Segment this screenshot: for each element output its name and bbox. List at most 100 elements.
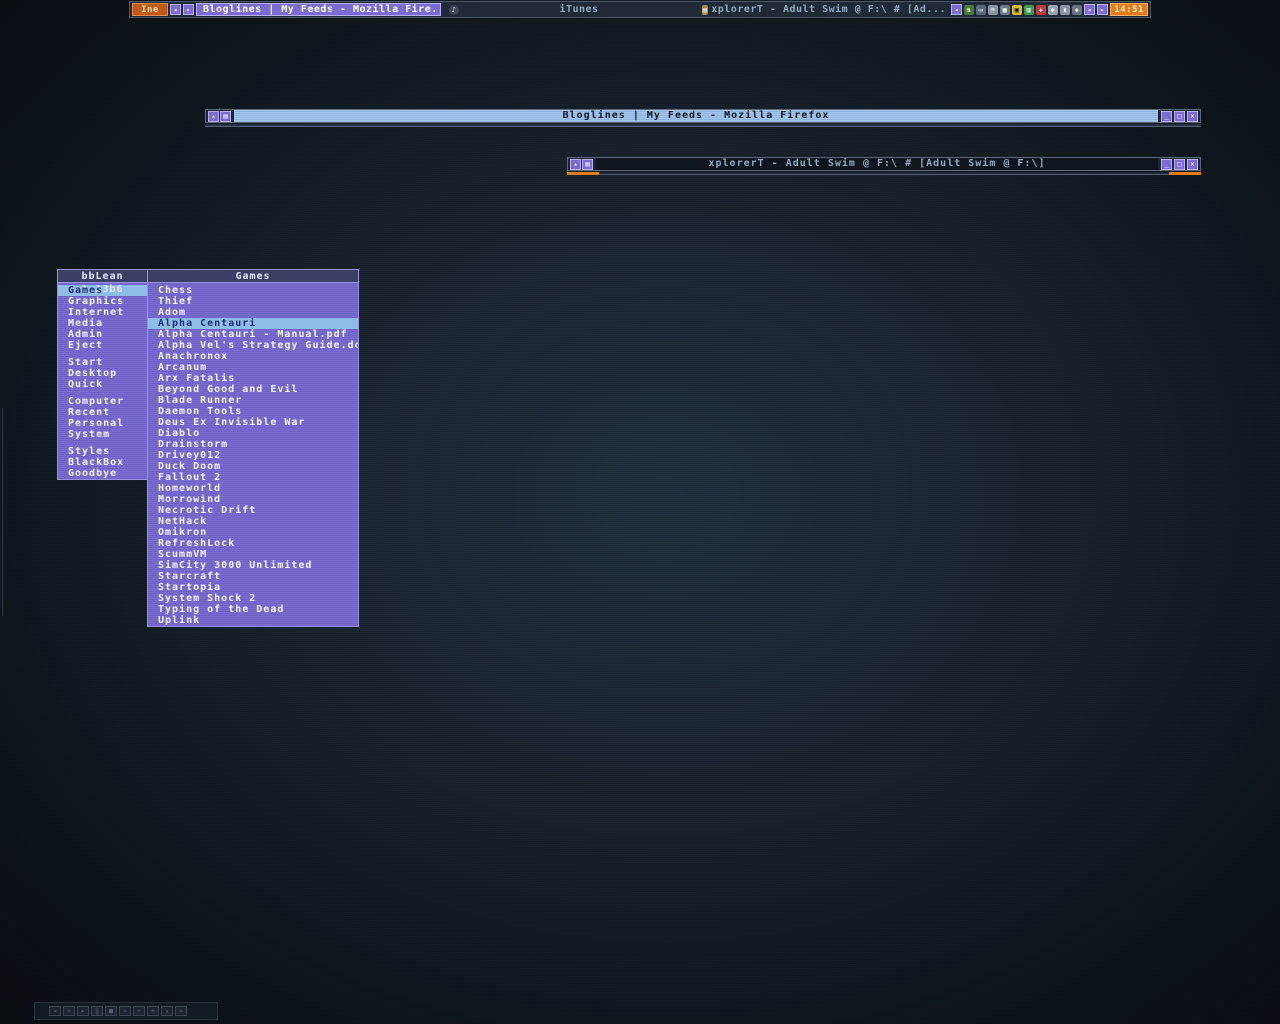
calendar-icon[interactable]: ▣ <box>1012 4 1022 15</box>
root-menu-item-styles[interactable]: Styles <box>58 446 147 457</box>
chevron-up-icon[interactable]: ▴ <box>208 110 219 122</box>
games-menu-item[interactable]: Homeworld <box>148 483 358 494</box>
task-firefox-label: Bloglines | My Feeds - Mozilla Fire... <box>203 4 441 15</box>
games-menu-item[interactable]: Fallout 2 <box>148 472 358 483</box>
games-menu-item[interactable]: System Shock 2 <box>148 593 358 604</box>
chart-icon[interactable]: ▥ <box>1024 4 1034 15</box>
games-menu-item[interactable]: Arx Fatalis <box>148 373 358 384</box>
tray-prev-button[interactable]: ◂ <box>1084 4 1095 15</box>
gear-icon[interactable]: ✱ <box>1048 4 1058 15</box>
root-menu-item-recent[interactable]: Recent <box>58 407 147 418</box>
root-menu-item-eject[interactable]: Eject <box>58 340 147 351</box>
task-firefox[interactable]: Bloglines | My Feeds - Mozilla Fire... <box>196 3 441 16</box>
games-menu-item[interactable]: Typing of the Dead <box>148 604 358 615</box>
games-menu-item[interactable]: Thief <box>148 296 358 307</box>
games-menu-item[interactable]: Adom <box>148 307 358 318</box>
games-menu-item[interactable]: Duck Doom <box>148 461 358 472</box>
games-menu-item[interactable]: ScummVM <box>148 549 358 560</box>
games-menu-item[interactable]: SimCity 3000 Unlimited <box>148 560 358 571</box>
chevron-up-icon[interactable]: ▴ <box>570 158 581 170</box>
explorer-window[interactable]: ▴ ▤ xplorerT - Adult Swim @ F:\ # [Adult… <box>567 157 1201 171</box>
games-menu-item[interactable]: Morrowind <box>148 494 358 505</box>
task-explorer[interactable]: ▤ xplorerT - Adult Swim @ F:\ # [Ad... <box>699 3 949 16</box>
root-menu-item-internet[interactable]: Internet <box>58 307 147 318</box>
games-menu-item[interactable]: Omikron <box>148 527 358 538</box>
games-submenu-title[interactable]: Games <box>148 270 358 283</box>
display-icon[interactable]: ▭ <box>976 4 986 15</box>
root-menu-item-media[interactable]: Media <box>58 318 147 329</box>
root-menu-item-personal[interactable]: Personal <box>58 418 147 429</box>
task-prev-button[interactable]: ◂ <box>951 4 962 15</box>
grip-left[interactable] <box>567 172 599 175</box>
games-menu-item[interactable]: Anachronox <box>148 351 358 362</box>
games-menu-item[interactable]: Blade Runner <box>148 395 358 406</box>
window-menu-button[interactable]: ▤ <box>220 110 231 122</box>
task-itunes-label[interactable]: iTunes <box>461 4 697 15</box>
keyboard-icon[interactable]: ⌨ <box>988 4 998 15</box>
close-button[interactable]: ✕ <box>1187 158 1198 170</box>
games-menu-item[interactable]: Drivey012 <box>148 450 358 461</box>
games-menu-item[interactable]: Deus Ex Invisible War <box>148 417 358 428</box>
speaker-icon[interactable]: ◖ <box>1060 4 1070 15</box>
maximize-button[interactable]: □ <box>1174 110 1185 122</box>
games-menu-item[interactable]: Arcanum <box>148 362 358 373</box>
grip-right[interactable] <box>1169 172 1201 175</box>
forward-icon[interactable]: » <box>119 1006 131 1016</box>
close-button[interactable]: ✕ <box>1187 110 1198 122</box>
itunes-icon[interactable]: ♪ <box>449 4 459 15</box>
games-menu-item[interactable]: Beyond Good and Evil <box>148 384 358 395</box>
antivirus-icon[interactable]: ✚ <box>1036 4 1046 15</box>
network-icon[interactable]: ⇅ <box>964 4 974 15</box>
games-menu-item[interactable]: Necrotic Drift <box>148 505 358 516</box>
shuffle-icon[interactable]: ≈ <box>175 1006 187 1016</box>
root-menu-item-desktop[interactable]: Desktop <box>58 368 147 379</box>
firefox-window[interactable]: ▴ ▤ Bloglines | My Feeds - Mozilla Firef… <box>205 109 1201 123</box>
games-menu-item[interactable]: Alpha Centauri - Manual.pdf <box>148 329 358 340</box>
games-menu-item[interactable]: Daemon Tools <box>148 406 358 417</box>
stop-icon[interactable]: ■ <box>105 1006 117 1016</box>
eject-icon[interactable]: ▴ <box>161 1006 173 1016</box>
maximize-button[interactable]: □ <box>1174 158 1185 170</box>
shield-icon[interactable]: ◈ <box>1072 4 1082 15</box>
skip-back-icon[interactable]: ◂ <box>49 1006 61 1016</box>
games-menu-item[interactable]: RefreshLock <box>148 538 358 549</box>
games-menu-item[interactable]: Startopia <box>148 582 358 593</box>
minimize-button[interactable]: _ <box>1161 158 1172 170</box>
pause-icon[interactable]: ‖ <box>91 1006 103 1016</box>
games-menu-item[interactable]: Alpha Vel's Strategy Guide.doc <box>148 340 358 351</box>
workspace-next-button[interactable]: ▸ <box>183 4 194 15</box>
games-menu-item[interactable]: Starcraft <box>148 571 358 582</box>
workspace-label[interactable]: Ine <box>132 3 168 16</box>
volume-up-icon[interactable]: + <box>147 1006 159 1016</box>
workspace-prev-button[interactable]: ◂ <box>170 4 181 15</box>
root-menu-item-goodbye[interactable]: Goodbye <box>58 468 147 479</box>
games-menu-item[interactable]: Chess <box>148 285 358 296</box>
root-menu-item-system[interactable]: System <box>58 429 147 440</box>
clock[interactable]: 14:51 <box>1110 3 1148 16</box>
explorer-window-handle[interactable] <box>567 172 1201 175</box>
root-menu-item-quick[interactable]: Quick <box>58 379 147 390</box>
volume-down-icon[interactable]: − <box>133 1006 145 1016</box>
minimize-button[interactable]: _ <box>1161 110 1172 122</box>
rewind-icon[interactable]: « <box>63 1006 75 1016</box>
games-menu-item[interactable]: Uplink <box>148 615 358 626</box>
root-menu-item-computer[interactable]: Computer <box>58 396 147 407</box>
play-icon[interactable]: ▸ <box>77 1006 89 1016</box>
games-menu-item[interactable]: Drainstorm <box>148 439 358 450</box>
root-menu-item-games[interactable]: Games <box>58 285 147 296</box>
root-menu-item-graphics[interactable]: Graphics <box>58 296 147 307</box>
firefox-window-handle[interactable] <box>205 124 1201 127</box>
window-menu-button[interactable]: ▤ <box>582 158 593 170</box>
games-menu-item[interactable]: Alpha Centauri <box>148 318 358 329</box>
root-menu-title[interactable]: bbLean 1.13b6 <box>58 270 147 295</box>
root-menu-item-start[interactable]: Start <box>58 357 147 368</box>
firefox-window-title[interactable]: Bloglines | My Feeds - Mozilla Firefox <box>234 110 1158 122</box>
hardware-icon[interactable]: ▦ <box>1000 4 1010 15</box>
root-menu-item-admin[interactable]: Admin <box>58 329 147 340</box>
root-menu-item-blackbox[interactable]: BlackBox <box>58 457 147 468</box>
explorer-window-title[interactable]: xplorerT - Adult Swim @ F:\ # [Adult Swi… <box>596 158 1158 170</box>
games-menu-item[interactable]: NetHack <box>148 516 358 527</box>
games-menu-item[interactable]: Diablo <box>148 428 358 439</box>
games-submenu: Games Chess Thief Adom Alpha Centauri Alpha … <box>147 269 359 627</box>
tray-next-button[interactable]: ▸ <box>1097 4 1108 15</box>
